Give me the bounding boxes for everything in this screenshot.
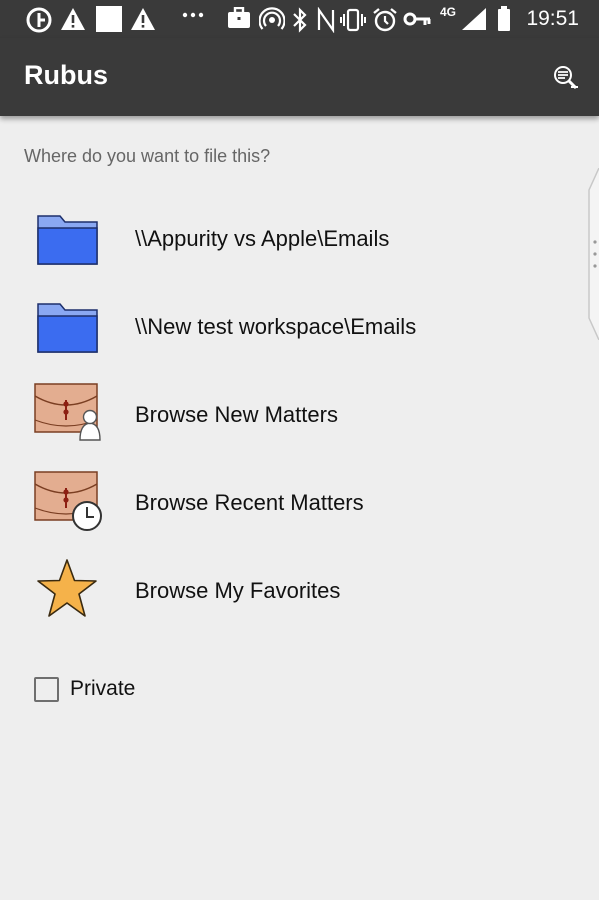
matter-new-icon <box>32 380 106 448</box>
blank-square-icon <box>96 6 122 32</box>
file-prompt: Where do you want to file this? <box>24 146 271 166</box>
list-item-label: Browse New Matters <box>135 402 338 427</box>
folder-icon <box>32 204 106 272</box>
list-item-appurity-emails[interactable]: \\Appurity vs Apple\Emails <box>0 194 580 282</box>
warning-icon <box>130 7 156 31</box>
briefcase-icon <box>227 7 251 29</box>
list-item-label: \\New test workspace\Emails <box>135 314 417 339</box>
folder-icon <box>32 292 106 360</box>
list-item-label: Browse My Favorites <box>135 578 341 603</box>
hotspot-icon <box>259 7 285 33</box>
signal-icon: 4G <box>440 4 490 32</box>
nfc-icon <box>316 7 336 33</box>
list-item-browse-new-matters[interactable]: Browse New Matters <box>0 370 580 458</box>
matter-recent-icon <box>32 468 106 536</box>
warning-icon <box>60 7 86 31</box>
list-item-browse-my-favorites[interactable]: Browse My Favorites <box>0 546 580 634</box>
vibrate-icon <box>340 7 366 33</box>
list-item-new-test-emails[interactable]: \\New test workspace\Emails <box>0 282 580 370</box>
private-label: Private <box>70 677 136 700</box>
private-checkbox[interactable] <box>34 677 59 702</box>
g-icon <box>26 7 52 33</box>
app-title: Rubus <box>24 60 108 90</box>
network-type-label: 4G <box>440 5 456 19</box>
status-time: 19:51 <box>526 7 579 30</box>
star-icon <box>32 556 106 624</box>
alarm-icon <box>372 7 398 33</box>
status-bar: 4G 19:51 <box>0 0 599 38</box>
list-item-label: Browse Recent Matters <box>135 490 364 515</box>
key-icon <box>403 10 431 28</box>
list-item-label: \\Appurity vs Apple\Emails <box>135 226 390 251</box>
private-checkbox-row[interactable]: Private <box>34 675 234 703</box>
battery-icon <box>497 6 511 32</box>
more-dots-icon <box>182 12 204 18</box>
bluetooth-icon <box>291 7 309 33</box>
app-bar: Rubus <box>0 38 599 116</box>
edge-panel-handle[interactable] <box>588 167 599 341</box>
list-item-browse-recent-matters[interactable]: Browse Recent Matters <box>0 458 580 546</box>
queue-search-icon[interactable] <box>549 62 581 94</box>
